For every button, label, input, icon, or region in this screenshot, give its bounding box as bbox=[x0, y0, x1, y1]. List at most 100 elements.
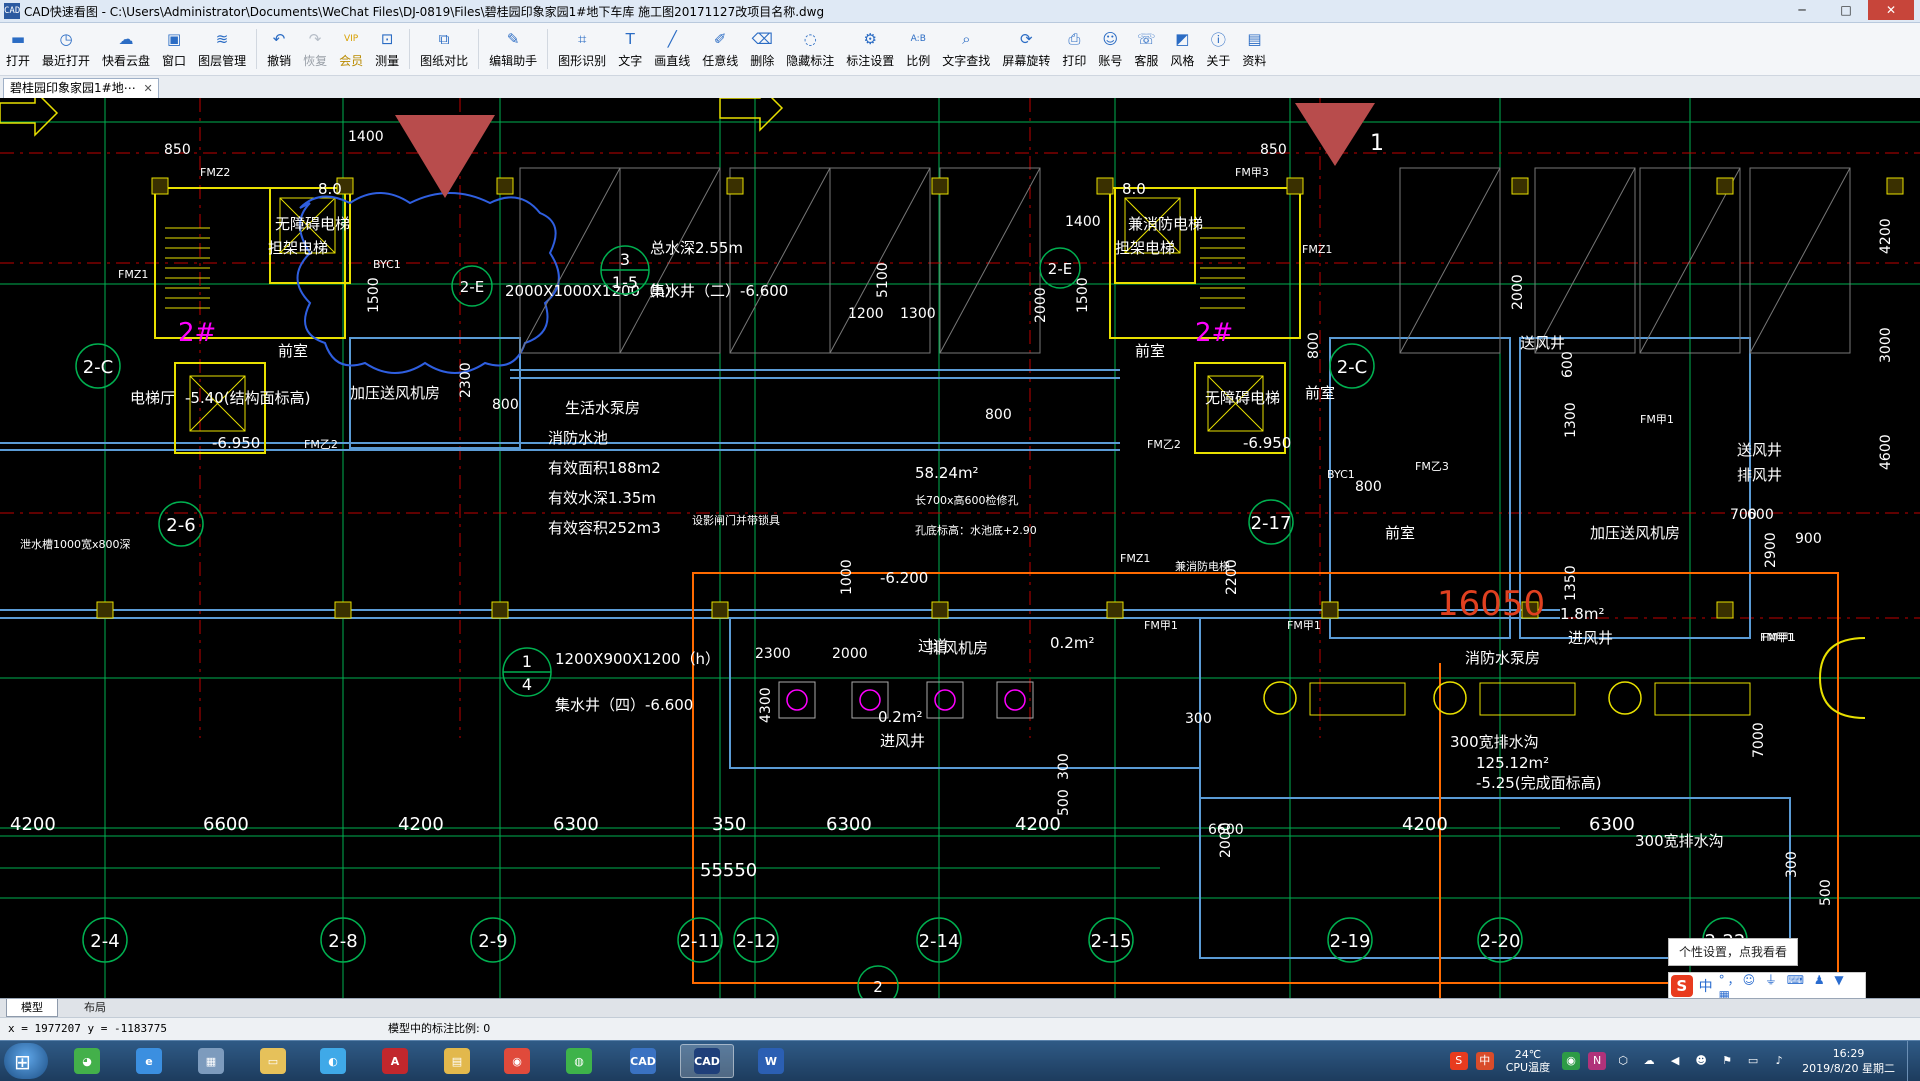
toolbar-button-18[interactable]: A:B 比例 bbox=[900, 23, 936, 75]
freehand-icon: ✐ bbox=[713, 30, 727, 48]
cad-drawing[interactable]: 电梯厅前室加压送风机房前室前室前室 加压送风机房排风机房消防水泵房生活水泵房消防水… bbox=[0, 98, 1920, 998]
door-tag: FM甲1 bbox=[1287, 619, 1321, 632]
onenote-tray-icon[interactable]: N bbox=[1588, 1052, 1607, 1070]
elevation-label: -6.950 bbox=[212, 434, 260, 452]
toolbar-label: 屏幕旋转 bbox=[1002, 54, 1051, 68]
people-tray-icon[interactable]: ☻ bbox=[1692, 1052, 1710, 1070]
show-desktop-button[interactable] bbox=[1907, 1041, 1920, 1081]
cpu-temperature[interactable]: 24℃ CPU温度 bbox=[1506, 1048, 1550, 1074]
scale-icon: A:B bbox=[910, 34, 926, 44]
maximize-button[interactable]: □ bbox=[1824, 0, 1868, 20]
minimize-button[interactable]: ─ bbox=[1780, 0, 1824, 20]
cursor-coordinates: x = 1977207 y = -1183775 bbox=[8, 1022, 167, 1035]
toolbar-label: 隐藏标注 bbox=[786, 54, 835, 68]
toolbar-button-3[interactable]: ▣ 窗口 bbox=[156, 23, 192, 75]
grid-bubble-label: 2-8 bbox=[328, 931, 357, 952]
ime-tray-icon[interactable]: 中 bbox=[1475, 1052, 1494, 1070]
volume-tray-icon[interactable]: ◀ bbox=[1666, 1052, 1684, 1070]
toolbar-button-11[interactable]: ⌗ 图形识别 bbox=[552, 23, 612, 75]
taskbar-app[interactable]: ◉ bbox=[490, 1044, 544, 1078]
toolbar-label: 图形识别 bbox=[558, 54, 607, 68]
toolbar-button-0[interactable]: ▬ 打开 bbox=[0, 23, 36, 75]
tank-symbol bbox=[1263, 681, 1297, 715]
parking-diagonal bbox=[1399, 167, 1501, 354]
toolbar-button-4[interactable]: ≋ 图层管理 bbox=[192, 23, 252, 75]
network-tray-icon[interactable]: ▭ bbox=[1744, 1052, 1762, 1070]
toolbar-button-20[interactable]: ⟳ 屏幕旋转 bbox=[996, 23, 1056, 75]
system-clock[interactable]: 16:29 2019/8/20 星期二 bbox=[1802, 1046, 1895, 1076]
green-shield-tray-icon[interactable]: ◉ bbox=[1562, 1052, 1581, 1070]
taskbar-app[interactable]: ◍ bbox=[552, 1044, 606, 1078]
cloud-tray-icon[interactable]: ☁ bbox=[1640, 1052, 1658, 1070]
toolbar-button-25[interactable]: ⓘ 关于 bbox=[1200, 23, 1236, 75]
personalize-tooltip[interactable]: 个性设置，点我看看 bbox=[1668, 938, 1798, 966]
toolbar-button-13[interactable]: ╱ 画直线 bbox=[648, 23, 696, 75]
toolbar-button-19[interactable]: ⌕ 文字查找 bbox=[936, 23, 996, 75]
calculator-icon: ▦ bbox=[198, 1048, 224, 1074]
toolbar-button-7[interactable]: VIP 会员 bbox=[333, 23, 369, 75]
chrome-icon: ◉ bbox=[504, 1048, 530, 1074]
taskbar-app[interactable]: ▦ bbox=[184, 1044, 238, 1078]
temperature-value: 24℃ bbox=[1514, 1048, 1542, 1061]
sogou-tray-icon[interactable]: S bbox=[1449, 1052, 1468, 1070]
tab-model[interactable]: 模型 bbox=[6, 999, 58, 1017]
document-tab[interactable]: 碧桂园印象家园1#地⋯ ✕ bbox=[3, 78, 159, 98]
toolbar-button-21[interactable]: ⎙ 打印 bbox=[1056, 23, 1092, 75]
taskbar-app[interactable]: W bbox=[744, 1044, 798, 1078]
toolbar-button-23[interactable]: ☏ 客服 bbox=[1128, 23, 1164, 75]
toolbar-label: 图层管理 bbox=[198, 54, 247, 68]
dimension-text: 800 bbox=[985, 407, 1012, 423]
wechat-icon: ◍ bbox=[566, 1048, 592, 1074]
toolbar-label: 图纸对比 bbox=[420, 54, 469, 68]
toolbar-label: 编辑助手 bbox=[489, 54, 538, 68]
flag-tray-icon[interactable]: ⚑ bbox=[1718, 1052, 1736, 1070]
taskbar-app[interactable]: ◐ bbox=[306, 1044, 360, 1078]
temperature-label: CPU温度 bbox=[1505, 1061, 1551, 1074]
taskbar-app[interactable]: CAD bbox=[680, 1044, 734, 1078]
taskbar-app[interactable]: CAD bbox=[616, 1044, 670, 1078]
toolbar-button-22[interactable]: ☺ 账号 bbox=[1092, 23, 1128, 75]
security-tray-icon[interactable]: ⬡ bbox=[1614, 1052, 1632, 1070]
toolbar-button-14[interactable]: ✐ 任意线 bbox=[696, 23, 744, 75]
taskbar-app[interactable]: ◕ bbox=[60, 1044, 114, 1078]
toolbar-button-10[interactable]: ✎ 编辑助手 bbox=[483, 23, 543, 75]
toolbar-button-17[interactable]: ⚙ 标注设置 bbox=[840, 23, 900, 75]
folder-open-icon: ▬ bbox=[10, 30, 26, 48]
taskbar-app[interactable]: ▤ bbox=[430, 1044, 484, 1078]
toolbar-button-24[interactable]: ◩ 风格 bbox=[1164, 23, 1200, 75]
structural-column bbox=[496, 177, 514, 195]
clock-icon: ◷ bbox=[59, 30, 73, 48]
ime-mode-indicator[interactable]: 中 bbox=[1699, 976, 1713, 996]
toolbar-button-6[interactable]: ↷ 恢复 bbox=[297, 23, 333, 75]
close-button[interactable]: ✕ bbox=[1868, 0, 1914, 20]
toolbar-button-8[interactable]: ⊡ 测量 bbox=[369, 23, 405, 75]
close-tab-icon[interactable]: ✕ bbox=[143, 79, 152, 98]
taskbar-app[interactable]: A bbox=[368, 1044, 422, 1078]
internet-explorer-icon: e bbox=[136, 1048, 162, 1074]
sogou-logo-icon[interactable]: S bbox=[1671, 975, 1693, 997]
tab-layout[interactable]: 布局 bbox=[70, 999, 120, 1016]
toolbar-button-9[interactable]: ⧉ 图纸对比 bbox=[414, 23, 474, 75]
grid-bubble-label: 2-E bbox=[1048, 260, 1072, 278]
room-label: 兼消防电梯 bbox=[1175, 559, 1230, 573]
toolbar-button-5[interactable]: ↶ 撤销 bbox=[261, 23, 297, 75]
taskbar-app[interactable]: e bbox=[122, 1044, 176, 1078]
toolbar-button-12[interactable]: T 文字 bbox=[612, 23, 648, 75]
room-label: 加压送风机房 bbox=[350, 384, 440, 402]
taskbar-app[interactable]: ▭ bbox=[246, 1044, 300, 1078]
toolbar-button-15[interactable]: ⌫ 删除 bbox=[744, 23, 780, 75]
toolbar-button-1[interactable]: ◷ 最近打开 bbox=[36, 23, 96, 75]
speaker-tray-icon[interactable]: ♪ bbox=[1770, 1052, 1788, 1070]
structural-column bbox=[1286, 177, 1304, 195]
toolbar-button-16[interactable]: ◌ 隐藏标注 bbox=[780, 23, 840, 75]
ime-tools[interactable]: °，☺ ⏚ ⌨ ♟ ▼ ▦ bbox=[1719, 971, 1865, 1002]
drawing-canvas[interactable]: 电梯厅 前室 加压送风机房 前室 前室 前室 加压送风机房 排风机房 消防水泵房 生活水泵房 消防水… bbox=[0, 98, 1920, 998]
dimension-text: 5100 bbox=[875, 262, 891, 298]
toolbar-button-2[interactable]: ☁ 快看云盘 bbox=[96, 23, 156, 75]
ime-toolbar[interactable]: S 中 °，☺ ⏚ ⌨ ♟ ▼ ▦ bbox=[1668, 971, 1866, 1002]
start-button[interactable]: ⊞ bbox=[4, 1043, 48, 1079]
toolbar-button-26[interactable]: ▤ 资料 bbox=[1236, 23, 1272, 75]
title-bar: CAD CAD快速看图 - C:\Users\Administrator\Doc… bbox=[0, 0, 1920, 23]
structural-column bbox=[931, 601, 949, 619]
grid-bubble-label: 2 bbox=[873, 978, 883, 996]
